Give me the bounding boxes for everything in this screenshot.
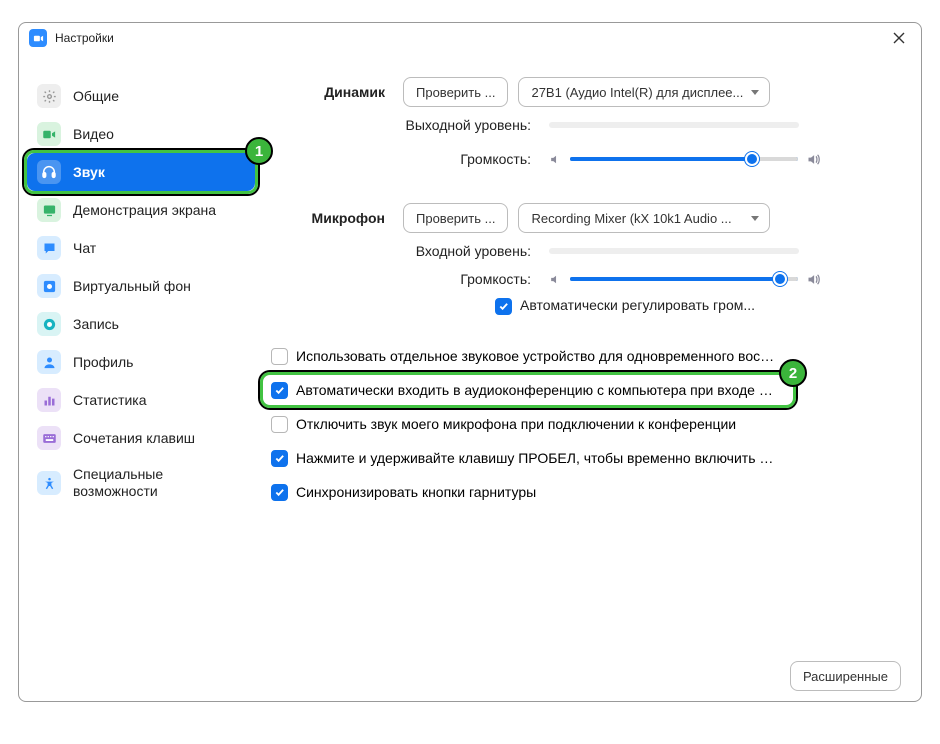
- volume-low-icon: [549, 153, 562, 166]
- speaker-section-label: Динамик: [263, 84, 403, 100]
- mic-device-select[interactable]: Recording Mixer (kX 10k1 Audio ...: [518, 203, 770, 233]
- badge-2: 2: [779, 359, 807, 387]
- input-level-meter: [549, 248, 799, 254]
- settings-window: Настройки Общие Видео 1 Звук Демонстраци…: [18, 22, 922, 702]
- sidebar-item-chat[interactable]: Чат: [27, 229, 255, 267]
- volume-high-icon: [806, 272, 821, 287]
- sidebar-item-background[interactable]: Виртуальный фон: [27, 267, 255, 305]
- output-level-meter: [549, 122, 799, 128]
- speaker-device-select[interactable]: 27B1 (Аудио Intel(R) для дисплее...: [518, 77, 770, 107]
- speaker-volume-slider[interactable]: [570, 157, 798, 161]
- sidebar-item-label: Видео: [73, 126, 114, 142]
- advanced-button[interactable]: Расширенные: [790, 661, 901, 691]
- sidebar-item-audio[interactable]: 1 Звук: [27, 153, 255, 191]
- content: Динамик Проверить ... 27B1 (Аудио Intel(…: [263, 53, 921, 701]
- sync-headset-label: Синхронизировать кнопки гарнитуры: [296, 484, 536, 500]
- sidebar-item-label: Виртуальный фон: [73, 278, 191, 294]
- window-title: Настройки: [55, 31, 887, 45]
- sidebar-item-label: Общие: [73, 88, 119, 104]
- sidebar-item-label: Статистика: [73, 392, 147, 408]
- mic-volume-slider[interactable]: [570, 277, 798, 281]
- sidebar-item-label: Звук: [73, 164, 105, 180]
- badge-1: 1: [245, 137, 273, 165]
- push-to-talk-label: Нажмите и удерживайте клавишу ПРОБЕЛ, чт…: [296, 450, 776, 466]
- sidebar-item-label: Профиль: [73, 354, 133, 370]
- sidebar-item-shortcuts[interactable]: Сочетания клавиш: [27, 419, 255, 457]
- input-level-label: Входной уровень:: [263, 243, 549, 259]
- mic-device-value: Recording Mixer (kX 10k1 Audio ...: [531, 211, 731, 226]
- mic-volume-label: Громкость:: [263, 271, 549, 287]
- auto-adjust-checkbox[interactable]: [495, 298, 512, 315]
- sidebar-item-stats[interactable]: Статистика: [27, 381, 255, 419]
- mic-section-label: Микрофон: [263, 210, 403, 226]
- separate-device-label: Использовать отдельное звуковое устройст…: [296, 348, 776, 364]
- sidebar-item-label: Демонстрация экрана: [73, 202, 216, 218]
- speaker-volume-label: Громкость:: [263, 151, 549, 167]
- sidebar-item-label: Сочетания клавиш: [73, 430, 195, 446]
- sidebar-item-label: Чат: [73, 240, 96, 256]
- speaker-device-value: 27B1 (Аудио Intel(R) для дисплее...: [531, 85, 743, 100]
- sidebar-item-record[interactable]: Запись: [27, 305, 255, 343]
- sidebar-item-video[interactable]: Видео: [27, 115, 255, 153]
- volume-high-icon: [806, 152, 821, 167]
- titlebar: Настройки: [19, 23, 921, 53]
- auto-join-audio-checkbox[interactable]: [271, 382, 288, 399]
- sidebar-item-general[interactable]: Общие: [27, 77, 255, 115]
- app-icon: [29, 29, 47, 47]
- mute-on-join-checkbox[interactable]: [271, 416, 288, 433]
- sync-headset-checkbox[interactable]: [271, 484, 288, 501]
- close-button[interactable]: [887, 26, 911, 50]
- sidebar-item-label: Запись: [73, 316, 119, 332]
- sidebar-item-accessibility[interactable]: Специальные возможности: [27, 457, 255, 509]
- sidebar-item-share[interactable]: Демонстрация экрана: [27, 191, 255, 229]
- test-mic-button[interactable]: Проверить ...: [403, 203, 508, 233]
- separate-device-checkbox[interactable]: [271, 348, 288, 365]
- test-speaker-button[interactable]: Проверить ...: [403, 77, 508, 107]
- volume-low-icon: [549, 273, 562, 286]
- push-to-talk-checkbox[interactable]: [271, 450, 288, 467]
- sidebar: Общие Видео 1 Звук Демонстрация экрана Ч…: [19, 53, 263, 701]
- auto-adjust-label: Автоматически регулировать гром...: [520, 297, 755, 313]
- output-level-label: Выходной уровень:: [263, 117, 549, 133]
- auto-join-audio-label: Автоматически входить в аудиоконференцию…: [296, 382, 776, 398]
- sidebar-item-profile[interactable]: Профиль: [27, 343, 255, 381]
- mute-on-join-label: Отключить звук моего микрофона при подкл…: [296, 416, 736, 432]
- sidebar-item-label: Специальные возможности: [73, 466, 245, 501]
